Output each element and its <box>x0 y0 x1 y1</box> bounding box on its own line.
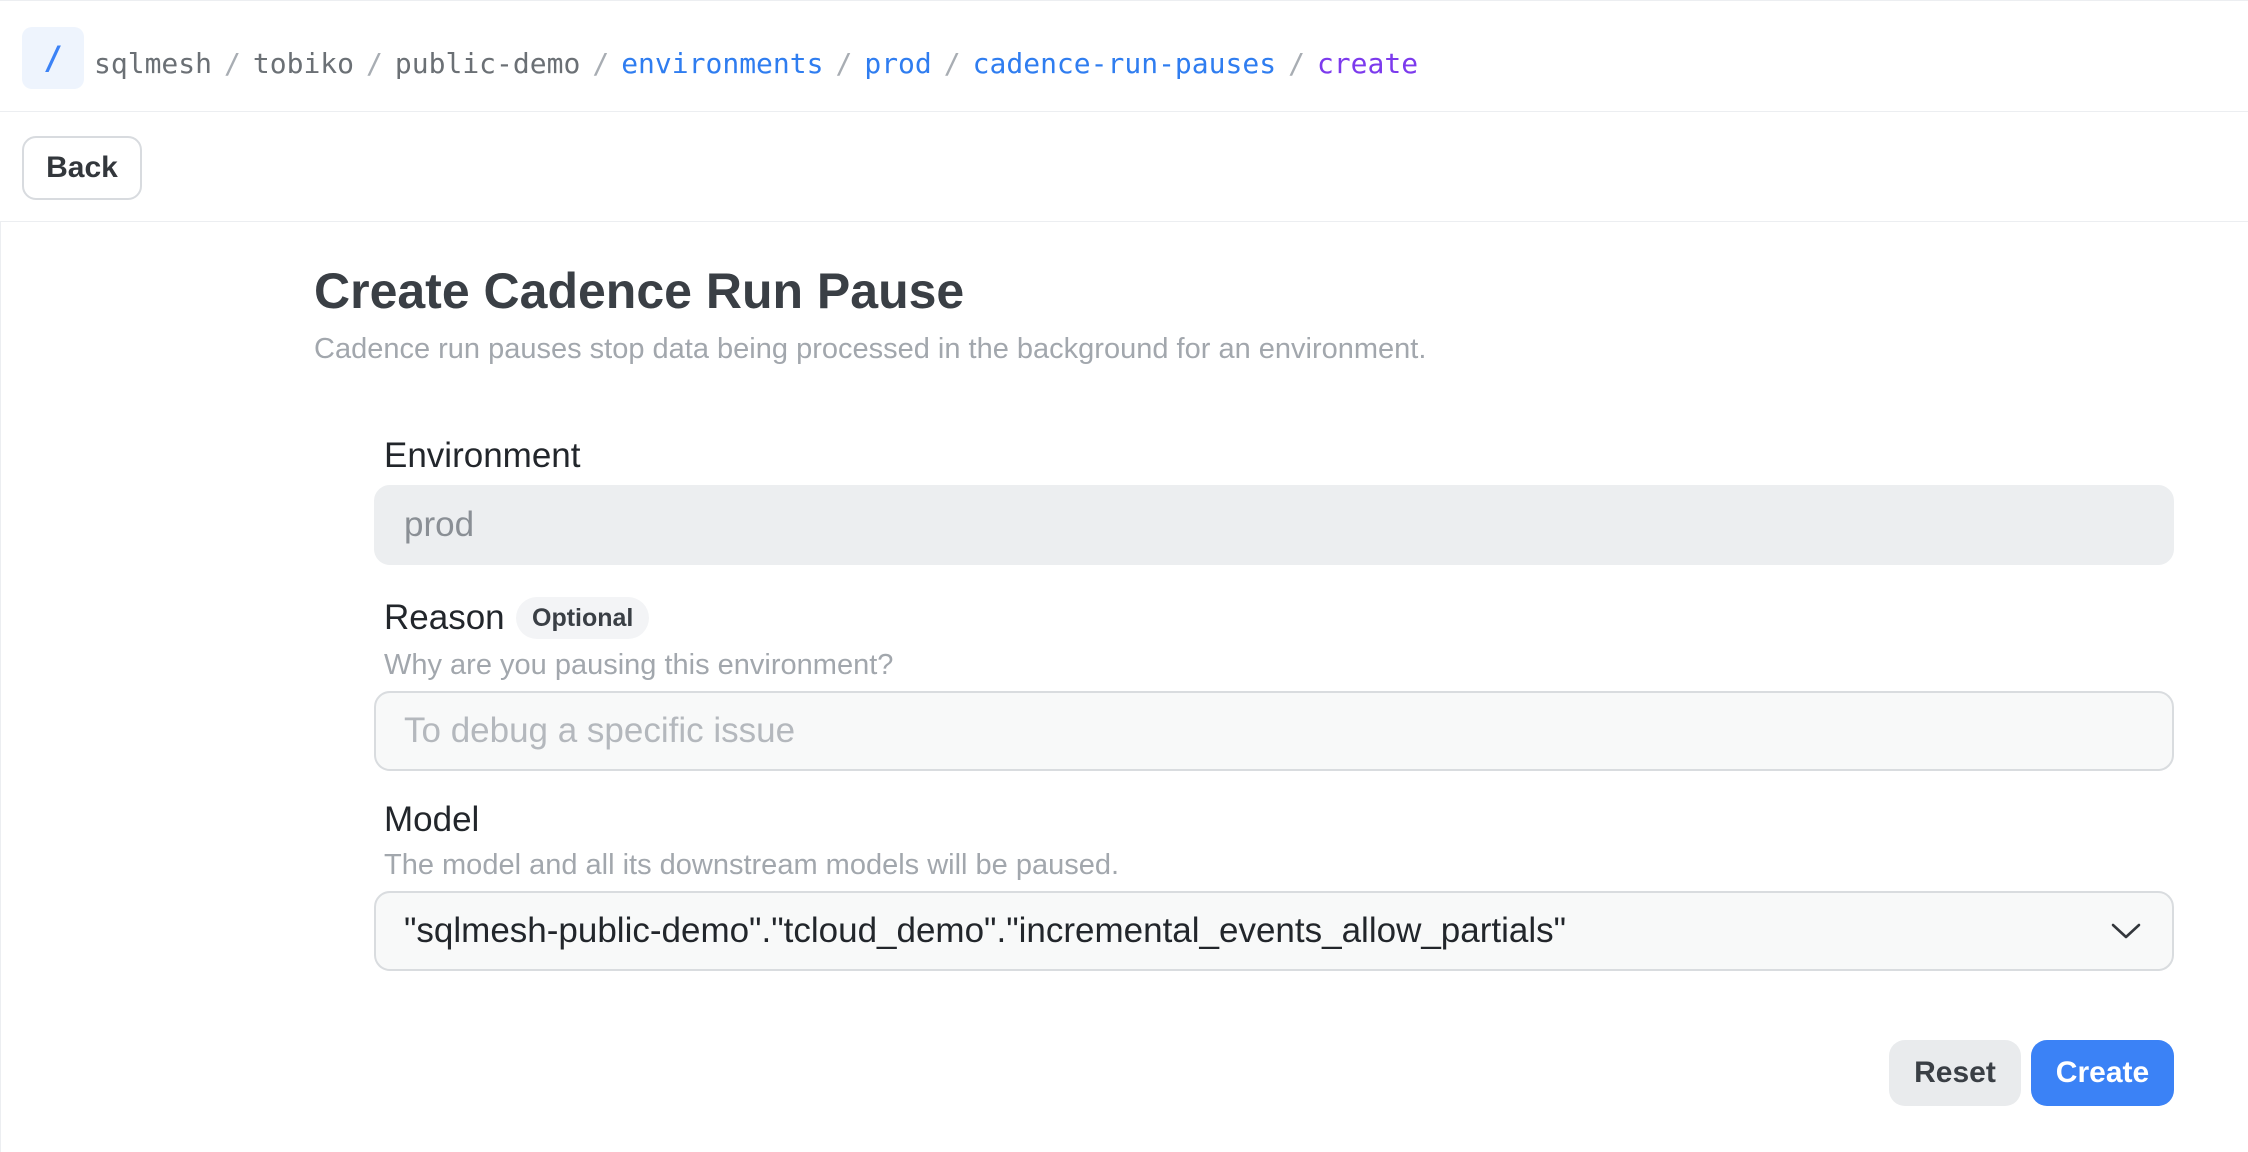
reason-label: Reason <box>384 598 505 637</box>
model-selected-value: "sqlmesh-public-demo"."tcloud_demo"."inc… <box>404 911 1567 950</box>
model-help-text: The model and all its downstream models … <box>384 849 1120 881</box>
breadcrumb-create: create <box>1316 47 1419 80</box>
breadcrumb-separator: / <box>592 47 610 80</box>
breadcrumb-separator: / <box>943 47 961 80</box>
breadcrumb-separator: / <box>1288 47 1305 80</box>
breadcrumb-public-demo[interactable]: public-demo <box>395 47 580 81</box>
breadcrumb-prod[interactable]: prod <box>864 47 931 81</box>
environment-field[interactable] <box>374 485 2174 565</box>
create-button[interactable]: Create <box>2031 1040 2174 1106</box>
chevron-down-icon <box>2108 913 2144 949</box>
breadcrumb-sqlmesh[interactable]: sqlmesh <box>94 47 212 81</box>
model-label: Model <box>384 800 480 839</box>
breadcrumb-environments[interactable]: environments <box>621 47 823 81</box>
back-button[interactable]: Back <box>22 136 142 200</box>
environment-label: Environment <box>384 436 581 475</box>
breadcrumb-separator: / <box>366 47 383 80</box>
optional-badge: Optional <box>516 597 650 639</box>
breadcrumb: sqlmesh / tobiko / public-demo / environ… <box>94 47 1418 81</box>
breadcrumb-cadence-run-pauses[interactable]: cadence-run-pauses <box>973 47 1276 81</box>
reason-help-text: Why are you pausing this environment? <box>384 649 894 681</box>
breadcrumb-separator: / <box>835 47 853 80</box>
reason-input[interactable] <box>374 691 2174 771</box>
breadcrumb-separator: / <box>224 47 241 80</box>
toolbar: Back <box>0 112 2248 222</box>
model-select[interactable]: "sqlmesh-public-demo"."tcloud_demo"."inc… <box>374 891 2174 971</box>
left-divider <box>0 222 1 1152</box>
breadcrumb-tobiko[interactable]: tobiko <box>253 47 354 81</box>
root-slash-button[interactable]: / <box>22 27 84 89</box>
reset-button[interactable]: Reset <box>1889 1040 2021 1106</box>
page-subtitle: Cadence run pauses stop data being proce… <box>314 333 1427 365</box>
top-bar: / sqlmesh / tobiko / public-demo / envir… <box>0 0 2248 112</box>
page-title: Create Cadence Run Pause <box>314 263 965 319</box>
